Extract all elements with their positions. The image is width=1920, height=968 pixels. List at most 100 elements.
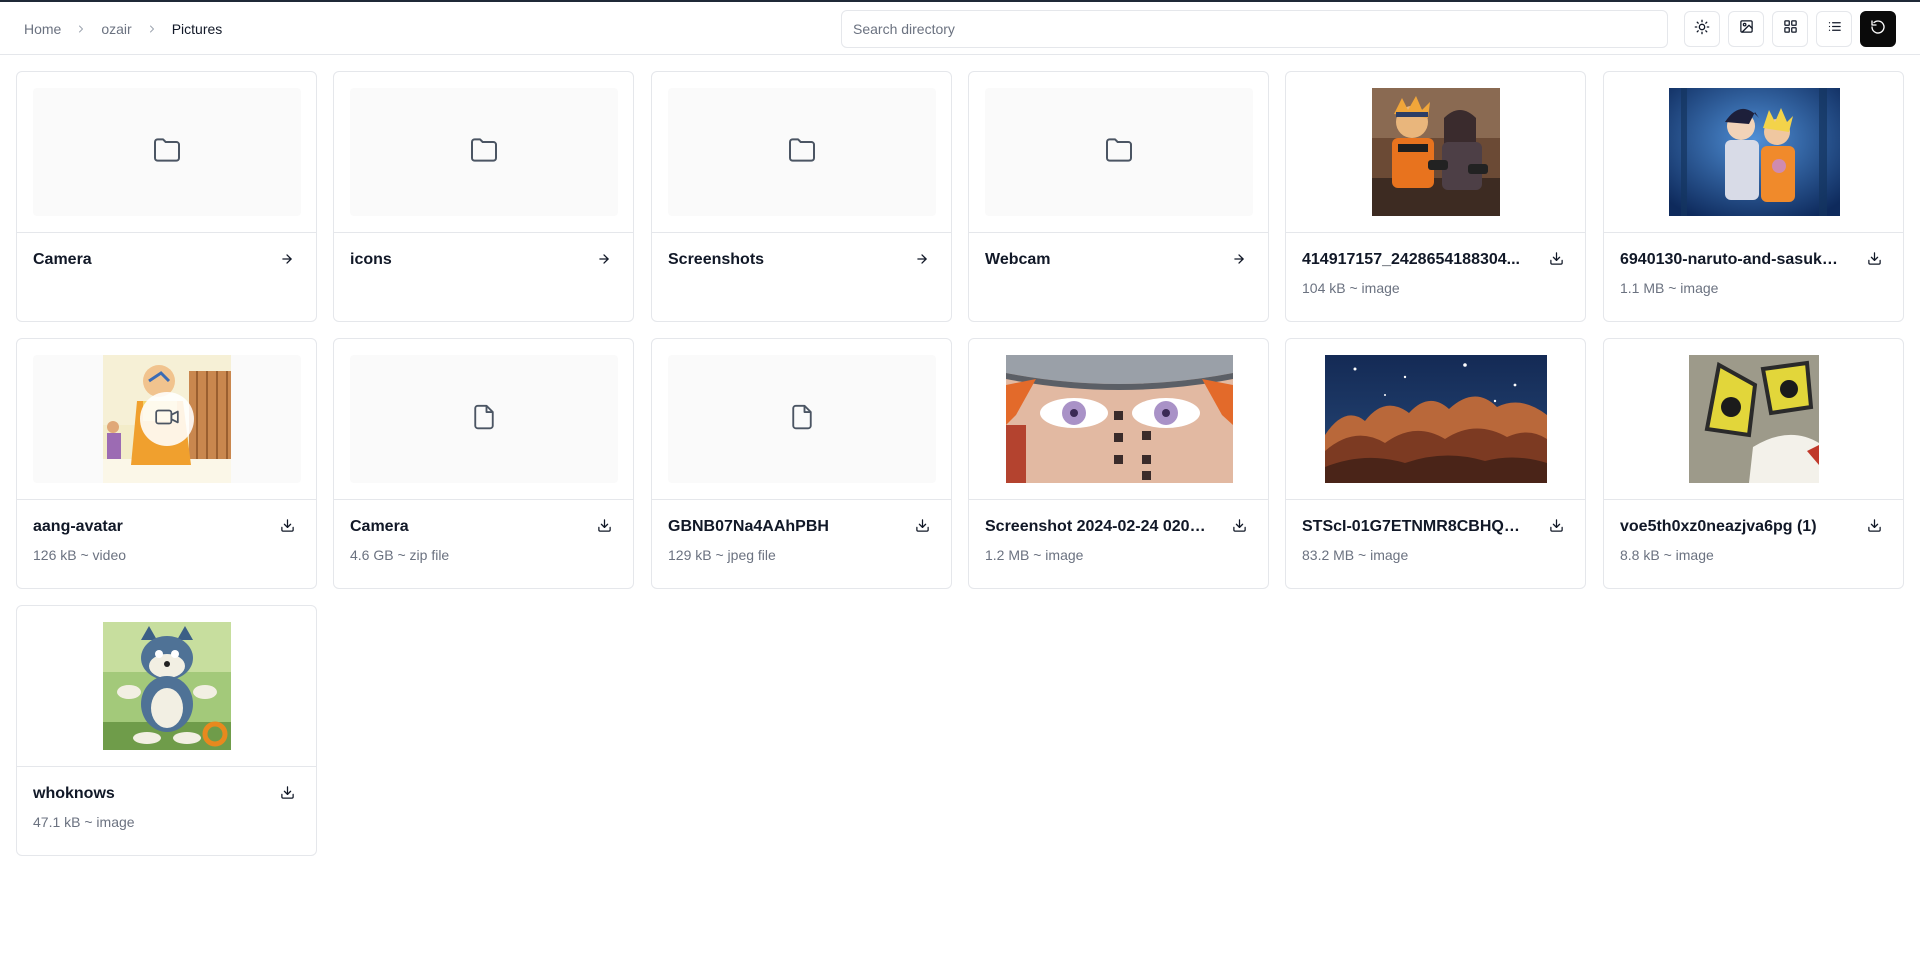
card-divider bbox=[334, 499, 633, 500]
folder-card[interactable]: Webcam bbox=[968, 71, 1269, 322]
folder-icon bbox=[151, 134, 183, 171]
thumbnail bbox=[350, 355, 618, 483]
item-name: voe5th0xz0neazjva6pg (1) bbox=[1620, 518, 1817, 535]
image-card[interactable]: 414917157_2428654188304... 104 kB ~ imag… bbox=[1285, 71, 1586, 322]
image-card[interactable]: STScI-01G7ETNMR8CBHQQ6... 83.2 MB ~ imag… bbox=[1285, 338, 1586, 589]
download-icon bbox=[1549, 251, 1564, 271]
thumbnail bbox=[985, 88, 1253, 216]
download-icon bbox=[280, 785, 295, 805]
arrow-right-icon bbox=[597, 252, 611, 271]
thumbnail bbox=[1302, 355, 1570, 483]
video-card[interactable]: aang-avatar 126 kB ~ video bbox=[16, 338, 317, 589]
open-button[interactable] bbox=[275, 249, 299, 273]
download-button[interactable] bbox=[1862, 516, 1886, 540]
image-card[interactable]: voe5th0xz0neazjva6pg (1) 8.8 kB ~ image bbox=[1603, 338, 1904, 589]
search-input[interactable] bbox=[841, 10, 1668, 48]
image-view-button[interactable] bbox=[1728, 11, 1764, 47]
header-bar: Home ozair Pictures bbox=[0, 2, 1920, 55]
download-button[interactable] bbox=[592, 516, 616, 540]
sun-icon bbox=[1694, 19, 1710, 40]
card-divider bbox=[652, 232, 951, 233]
open-button[interactable] bbox=[1227, 249, 1251, 273]
item-name: aang-avatar bbox=[33, 518, 123, 535]
download-button[interactable] bbox=[910, 516, 934, 540]
open-button[interactable] bbox=[910, 249, 934, 273]
chevron-right-icon bbox=[146, 23, 158, 35]
download-button[interactable] bbox=[1862, 249, 1886, 273]
card-divider bbox=[334, 232, 633, 233]
item-name: Webcam bbox=[985, 251, 1051, 268]
item-meta: 129 kB ~ jpeg file bbox=[668, 547, 776, 563]
download-button[interactable] bbox=[1544, 249, 1568, 273]
item-meta: 104 kB ~ image bbox=[1302, 280, 1400, 296]
download-button[interactable] bbox=[275, 783, 299, 807]
download-icon bbox=[597, 518, 612, 538]
download-icon bbox=[915, 518, 930, 538]
download-button[interactable] bbox=[1227, 516, 1251, 540]
image-card[interactable]: whoknows 47.1 kB ~ image bbox=[16, 605, 317, 856]
file-icon bbox=[469, 402, 499, 437]
breadcrumb-home[interactable]: Home bbox=[24, 21, 61, 37]
thumbnail bbox=[1620, 355, 1888, 483]
arrow-right-icon bbox=[1232, 252, 1246, 271]
download-icon bbox=[1867, 518, 1882, 538]
download-button[interactable] bbox=[1544, 516, 1568, 540]
folder-icon bbox=[468, 134, 500, 171]
file-card[interactable]: GBNB07Na4AAhPBH 129 kB ~ jpeg file bbox=[651, 338, 952, 589]
thumbnail bbox=[668, 88, 936, 216]
item-meta: 47.1 kB ~ image bbox=[33, 814, 135, 830]
download-icon bbox=[280, 518, 295, 538]
file-card[interactable]: Camera 4.6 GB ~ zip file bbox=[333, 338, 634, 589]
grid-view-button[interactable] bbox=[1772, 11, 1808, 47]
item-name: Screenshot 2024-02-24 020946 bbox=[985, 518, 1211, 535]
arrow-right-icon bbox=[280, 252, 294, 271]
card-divider bbox=[652, 499, 951, 500]
video-camera-icon bbox=[154, 404, 180, 435]
chevron-right-icon bbox=[75, 23, 87, 35]
item-meta: 126 kB ~ video bbox=[33, 547, 127, 563]
card-divider bbox=[1286, 232, 1585, 233]
card-divider bbox=[969, 499, 1268, 500]
breadcrumb-ozair[interactable]: ozair bbox=[101, 21, 131, 37]
item-name: 414917157_2428654188304... bbox=[1302, 251, 1520, 268]
item-meta: 1.2 MB ~ image bbox=[985, 547, 1084, 563]
refresh-button[interactable] bbox=[1860, 11, 1896, 47]
image-thumbnail-pain-eyes bbox=[1005, 355, 1233, 483]
folder-card[interactable]: Camera bbox=[16, 71, 317, 322]
thumbnail bbox=[985, 355, 1253, 483]
thumbnail bbox=[33, 88, 301, 216]
card-divider bbox=[1286, 499, 1585, 500]
folder-card[interactable]: Screenshots bbox=[651, 71, 952, 322]
list-view-button[interactable] bbox=[1816, 11, 1852, 47]
image-thumbnail-tom-cat bbox=[103, 622, 231, 750]
image-card[interactable]: Screenshot 2024-02-24 020946 1.2 MB ~ im… bbox=[968, 338, 1269, 589]
item-meta: 83.2 MB ~ image bbox=[1302, 547, 1409, 563]
item-name: 6940130-naruto-and-sasuke-... bbox=[1620, 251, 1846, 268]
item-name: Camera bbox=[33, 251, 92, 268]
folder-card[interactable]: icons bbox=[333, 71, 634, 322]
image-card[interactable]: 6940130-naruto-and-sasuke-... 1.1 MB ~ i… bbox=[1603, 71, 1904, 322]
card-divider bbox=[1604, 232, 1903, 233]
breadcrumb: Home ozair Pictures bbox=[24, 2, 222, 55]
download-button[interactable] bbox=[275, 516, 299, 540]
item-name: GBNB07Na4AAhPBH bbox=[668, 518, 829, 535]
thumbnail bbox=[1302, 88, 1570, 216]
item-meta: 1.1 MB ~ image bbox=[1620, 280, 1719, 296]
breadcrumb-pictures[interactable]: Pictures bbox=[172, 21, 223, 37]
item-name: whoknows bbox=[33, 785, 115, 802]
thumbnail bbox=[33, 355, 301, 483]
video-badge bbox=[140, 392, 194, 446]
download-icon bbox=[1867, 251, 1882, 271]
folder-icon bbox=[1103, 134, 1135, 171]
theme-toggle-button[interactable] bbox=[1684, 11, 1720, 47]
download-icon bbox=[1232, 518, 1247, 538]
folder-icon bbox=[786, 134, 818, 171]
open-button[interactable] bbox=[592, 249, 616, 273]
card-divider bbox=[1604, 499, 1903, 500]
thumbnail bbox=[350, 88, 618, 216]
item-name: Screenshots bbox=[668, 251, 765, 268]
arrow-right-icon bbox=[915, 252, 929, 271]
download-icon bbox=[1549, 518, 1564, 538]
refresh-icon bbox=[1870, 19, 1886, 40]
thumbnail bbox=[668, 355, 936, 483]
